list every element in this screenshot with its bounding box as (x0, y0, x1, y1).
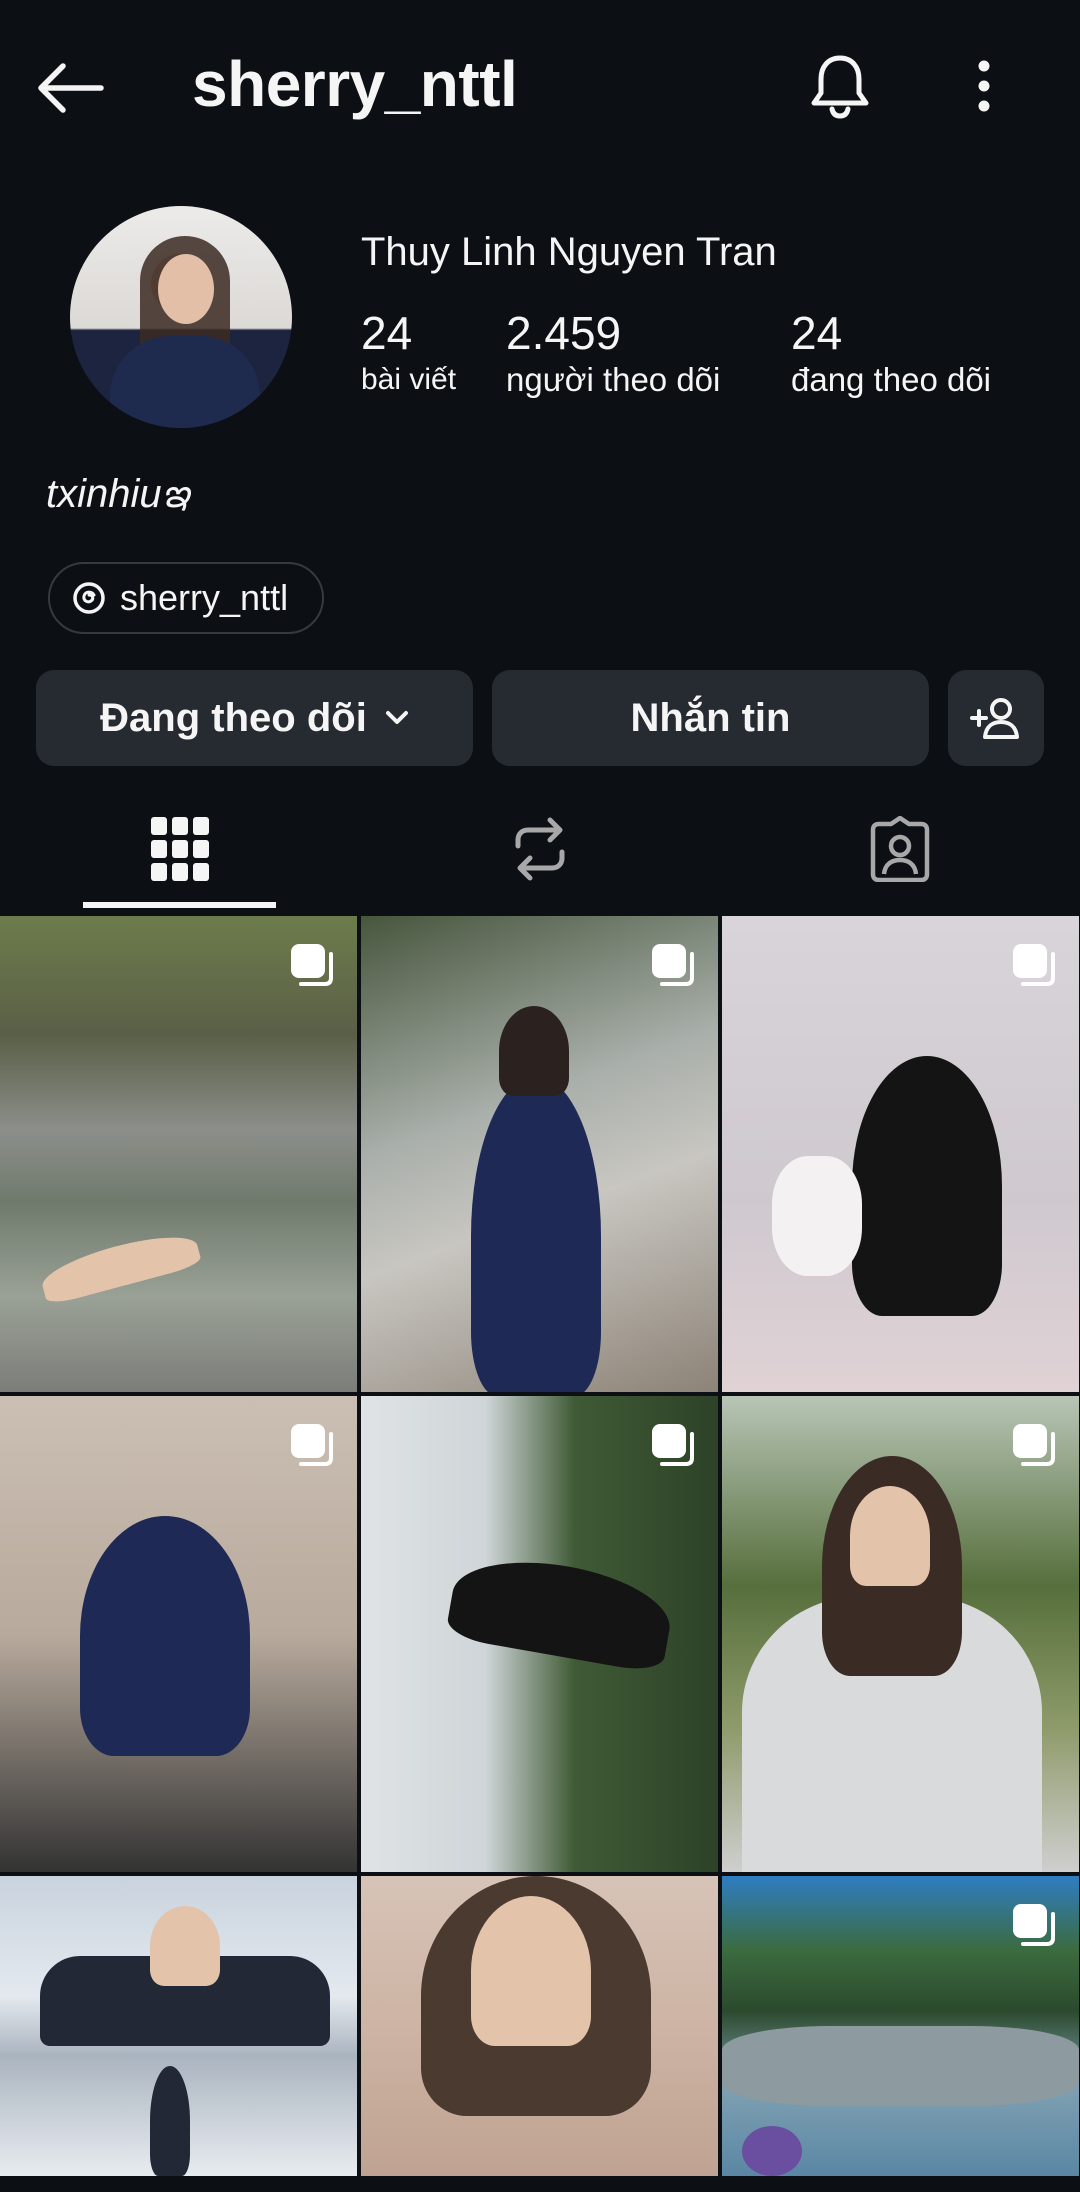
stat-followers-value: 2.459 (506, 307, 622, 359)
stat-followers[interactable]: 2.459 người theo dõi (506, 306, 720, 400)
post-thumbnail[interactable] (361, 1396, 718, 1872)
carousel-icon (291, 944, 333, 986)
stat-following-value: 24 (791, 307, 843, 359)
profile-bio: txinhiuఇ (46, 472, 190, 516)
post-figure-face (150, 1906, 220, 1986)
tab-tagged[interactable] (815, 790, 985, 908)
more-options-button[interactable] (958, 44, 1010, 128)
tab-reposts[interactable] (455, 790, 625, 908)
profile-avatar[interactable] (70, 206, 292, 428)
post-thumbnail[interactable] (722, 916, 1079, 1392)
post-thumbnail[interactable] (0, 1396, 357, 1872)
post-thumbnail[interactable] (0, 916, 357, 1392)
more-vertical-icon (978, 60, 990, 112)
stat-posts-label: bài viết (361, 363, 457, 396)
grid-icon (151, 817, 209, 881)
post-figure-head (499, 1006, 569, 1096)
threads-handle: sherry_nttl (120, 577, 289, 618)
carousel-icon (1013, 1904, 1055, 1946)
notifications-button[interactable] (798, 44, 882, 128)
threads-badge[interactable]: sherry_nttl (48, 562, 325, 634)
carousel-icon (652, 944, 694, 986)
add-person-icon (970, 698, 1019, 739)
post-figure (37, 1225, 203, 1307)
stat-posts-value: 24 (361, 307, 413, 359)
stat-posts: 24 bài viết (361, 306, 456, 400)
post-figure-walker (150, 2066, 190, 2176)
carousel-icon (1013, 1424, 1055, 1466)
following-button[interactable]: Đang theo dõi (36, 670, 473, 766)
post-thumbnail[interactable] (722, 1396, 1079, 1872)
suggest-people-button[interactable] (948, 670, 1044, 766)
carousel-icon (291, 1424, 333, 1466)
post-figure (80, 1516, 250, 1756)
threads-icon (73, 582, 105, 614)
tab-posts-grid[interactable] (95, 790, 265, 908)
stat-following[interactable]: 24 đang theo dõi (791, 306, 991, 400)
active-tab-indicator (83, 902, 276, 908)
post-thumbnail[interactable] (361, 1876, 718, 2176)
stat-following-label: đang theo dõi (791, 361, 992, 398)
post-thumbnail[interactable] (722, 1876, 1079, 2176)
message-button-label: Nhắn tin (630, 695, 791, 740)
carousel-icon (652, 1424, 694, 1466)
carousel-icon (1013, 944, 1055, 986)
chevron-down-icon (385, 711, 408, 724)
post-thumbnail[interactable] (0, 1876, 357, 2176)
message-button[interactable]: Nhắn tin (492, 670, 929, 766)
bell-icon (811, 55, 869, 119)
profile-username-title: sherry_nttl (192, 48, 518, 120)
avatar-body (110, 336, 260, 428)
arrow-left-icon (38, 63, 104, 113)
repost-icon (515, 817, 565, 881)
back-button[interactable] (30, 48, 110, 128)
post-thumbnail[interactable] (361, 916, 718, 1392)
profile-full-name: Thuy Linh Nguyen Tran (361, 230, 777, 274)
avatar-face (158, 254, 214, 324)
post-plush-toy (772, 1156, 862, 1276)
post-figure (852, 1056, 1002, 1316)
following-button-label: Đang theo dõi (100, 695, 367, 740)
tagged-person-icon (870, 816, 930, 882)
stat-followers-label: người theo dõi (506, 361, 721, 398)
post-figure-face (850, 1486, 930, 1586)
posts-grid (0, 916, 1080, 2176)
post-figure (444, 1547, 678, 1675)
post-flowers (742, 2126, 802, 2176)
post-rocks (722, 2026, 1079, 2106)
post-figure (471, 1076, 601, 1392)
post-figure-face (471, 1896, 591, 2046)
